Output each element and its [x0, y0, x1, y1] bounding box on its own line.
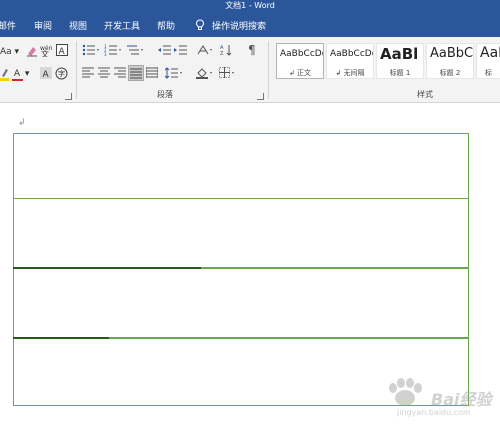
- svg-text:A: A: [43, 70, 50, 79]
- chinese-layout-icon[interactable]: [197, 44, 215, 58]
- group-divider: [76, 41, 77, 99]
- font-dialog-launcher[interactable]: [65, 93, 72, 100]
- tab-mailings[interactable]: 邮件: [0, 19, 16, 32]
- tab-view[interactable]: 视图: [69, 19, 87, 32]
- table-row-border: [13, 267, 469, 269]
- style-normal[interactable]: AaBbCcDd ↲ 正文: [276, 43, 324, 79]
- show-formatting-marks-icon[interactable]: ¶: [248, 43, 256, 57]
- sort-icon[interactable]: AZ: [220, 44, 232, 58]
- justify-button[interactable]: [128, 65, 144, 81]
- distributed-align-icon[interactable]: [146, 67, 158, 81]
- shading-icon[interactable]: [196, 67, 214, 81]
- lightbulb-icon[interactable]: [195, 19, 205, 31]
- border-highlight-segment: [13, 267, 201, 269]
- document-table[interactable]: [13, 133, 469, 406]
- svg-text:文: 文: [41, 49, 49, 57]
- paragraph-dialog-launcher[interactable]: [257, 93, 264, 100]
- style-no-spacing[interactable]: AaBbCcDd ↲ 无间隔: [326, 43, 374, 79]
- border-highlight-segment: [13, 337, 109, 339]
- enclose-characters-button[interactable]: 字: [55, 67, 68, 81]
- style-heading-1[interactable]: AaBl 标题 1: [376, 43, 424, 79]
- svg-text:Z: Z: [220, 51, 224, 56]
- baidu-watermark: Bai经验 jingyan.baidu.com: [383, 378, 493, 422]
- watermark-text: Bai经验: [431, 390, 492, 409]
- align-left-icon[interactable]: [82, 67, 94, 81]
- style-heading-2[interactable]: AaBbC 标题 2: [426, 43, 474, 79]
- numbering-icon[interactable]: 123: [104, 44, 122, 58]
- window-title: 文档1 - Word: [225, 1, 275, 10]
- table-row-border: [13, 198, 469, 199]
- borders-icon[interactable]: [219, 67, 237, 81]
- paw-logo-icon: [389, 378, 422, 406]
- styles-group-label: 样式: [417, 90, 433, 99]
- highlight-color-icon[interactable]: [0, 67, 10, 81]
- decrease-indent-icon[interactable]: [158, 44, 171, 58]
- table-row-border: [13, 337, 469, 339]
- phonetic-guide-icon[interactable]: wén 文: [40, 44, 52, 58]
- style-title[interactable]: AaI 标: [476, 43, 500, 79]
- increase-indent-icon[interactable]: [174, 44, 187, 58]
- tab-developer[interactable]: 开发工具: [104, 19, 140, 32]
- multilevel-list-icon[interactable]: [126, 44, 144, 58]
- character-border-icon[interactable]: A: [56, 44, 68, 58]
- clear-formatting-icon[interactable]: [26, 45, 38, 59]
- line-spacing-icon[interactable]: [165, 67, 183, 81]
- character-shading-icon[interactable]: A: [40, 67, 52, 81]
- align-right-icon[interactable]: [114, 67, 126, 81]
- ribbon: Aa ▾ wén 文 A A ▾ A 字 123 AZ ¶ 段落 AaBbCcD…: [0, 37, 500, 103]
- svg-text:A: A: [59, 47, 66, 56]
- tab-help[interactable]: 帮助: [157, 19, 175, 32]
- bullets-icon[interactable]: [82, 44, 100, 58]
- watermark-url: jingyan.baidu.com: [397, 408, 471, 417]
- align-center-icon[interactable]: [98, 67, 110, 81]
- tab-review[interactable]: 审阅: [34, 19, 52, 32]
- font-color-button[interactable]: A ▾: [12, 67, 29, 81]
- paragraph-group-label: 段落: [157, 90, 173, 99]
- tell-me-search[interactable]: 操作说明搜索: [212, 19, 266, 32]
- group-divider: [268, 41, 269, 99]
- change-case-button[interactable]: Aa ▾: [0, 45, 19, 59]
- menu-bar: 邮件 审阅 视图 开发工具 帮助 操作说明搜索: [0, 13, 500, 37]
- title-bar: 文档1 - Word: [0, 0, 500, 13]
- svg-text:3: 3: [104, 52, 107, 56]
- paragraph-mark: ↲: [18, 118, 26, 128]
